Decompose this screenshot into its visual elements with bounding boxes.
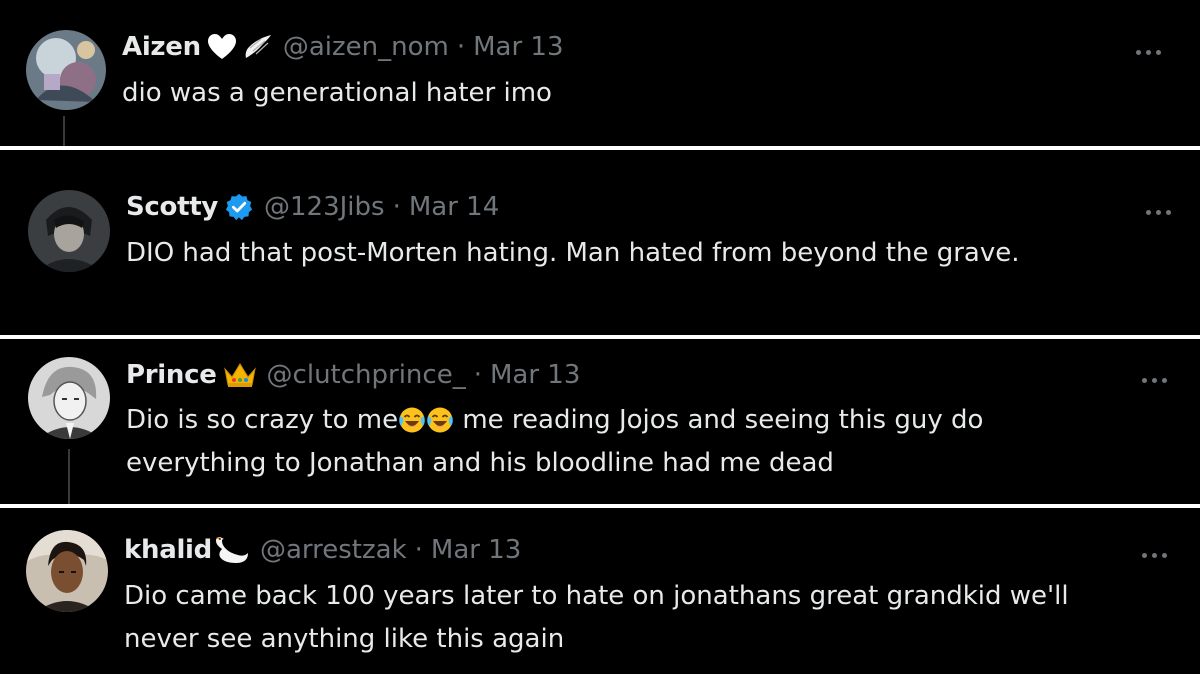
tweet-card[interactable]: Prince @clutchprince_ · Mar 13 Dio is so…	[0, 339, 1200, 504]
user-handle[interactable]: @arrestzak	[260, 535, 407, 565]
thread-line	[68, 449, 70, 504]
separator-dot: ·	[473, 360, 482, 390]
display-name[interactable]: Prince	[126, 360, 217, 390]
more-options-icon[interactable]	[1130, 42, 1166, 62]
tweet-text-line: Dio came back 100 years later to hate on…	[124, 581, 1069, 611]
white-heart-icon	[207, 33, 237, 61]
thread-line	[63, 116, 65, 146]
swan-icon	[214, 535, 250, 565]
separator-dot: ·	[414, 535, 423, 565]
tweet-text-segment: Dio is so crazy to me	[126, 405, 399, 435]
separator-dot: ·	[392, 192, 401, 222]
display-name[interactable]: Scotty	[126, 192, 218, 222]
more-options-icon[interactable]	[1136, 545, 1172, 565]
tweet-card[interactable]: Aizen @aizen_nom · Mar 13 dio was a gene…	[0, 0, 1200, 146]
tweet-date[interactable]: Mar 13	[490, 360, 580, 390]
user-handle[interactable]: @123Jibs	[264, 192, 385, 222]
tweet-text: dio was a generational hater imo	[122, 72, 552, 115]
avatar[interactable]	[28, 190, 110, 272]
tweet-header: Prince @clutchprince_ · Mar 13	[126, 360, 580, 390]
tweet-date[interactable]: Mar 13	[473, 32, 563, 62]
tweet-text-segment: me reading Jojos and seeing this guy do	[454, 405, 984, 435]
user-handle[interactable]: @clutchprince_	[267, 360, 466, 390]
tweet-card[interactable]: Scotty @123Jibs · Mar 14 DIO had that po…	[0, 150, 1200, 335]
crown-icon	[223, 361, 257, 389]
avatar[interactable]	[26, 530, 108, 612]
tweet-text: DIO had that post-Morten hating. Man hat…	[126, 232, 1020, 275]
verified-badge-icon	[224, 192, 254, 222]
angel-wing-icon	[243, 33, 273, 61]
avatar[interactable]	[26, 30, 106, 110]
user-handle[interactable]: @aizen_nom	[283, 32, 449, 62]
more-options-icon[interactable]	[1136, 370, 1172, 390]
tweet-text: Dio came back 100 years later to hate on…	[124, 575, 1069, 661]
avatar[interactable]	[28, 357, 110, 439]
tweet-header: Aizen @aizen_nom · Mar 13	[122, 32, 563, 62]
separator-dot: ·	[456, 32, 466, 62]
tweet-text-line-2: everything to Jonathan and his bloodline…	[126, 448, 834, 478]
tweet-text-line: DIO had that post-Morten hating. Man hat…	[126, 238, 1020, 268]
tweet-text-line-1: Dio is so crazy to me me reading Jojos a…	[126, 399, 983, 442]
display-name[interactable]: khalid	[124, 535, 212, 565]
tweet-date[interactable]: Mar 14	[409, 192, 499, 222]
face-with-tears-of-joy-icon	[426, 406, 454, 434]
tweet-text-line: dio was a generational hater imo	[122, 78, 552, 108]
face-with-tears-of-joy-icon	[398, 406, 426, 434]
tweet-card[interactable]: khalid @arrestzak · Mar 13 Dio came back…	[0, 508, 1200, 674]
tweet-header: Scotty @123Jibs · Mar 14	[126, 192, 499, 222]
tweet-text: Dio is so crazy to me me reading Jojos a…	[126, 399, 983, 485]
more-options-icon[interactable]	[1140, 202, 1176, 222]
display-name[interactable]: Aizen	[122, 32, 201, 62]
tweet-date[interactable]: Mar 13	[431, 535, 521, 565]
tweet-header: khalid @arrestzak · Mar 13	[124, 535, 521, 565]
tweet-text-line: never see anything like this again	[124, 624, 565, 654]
